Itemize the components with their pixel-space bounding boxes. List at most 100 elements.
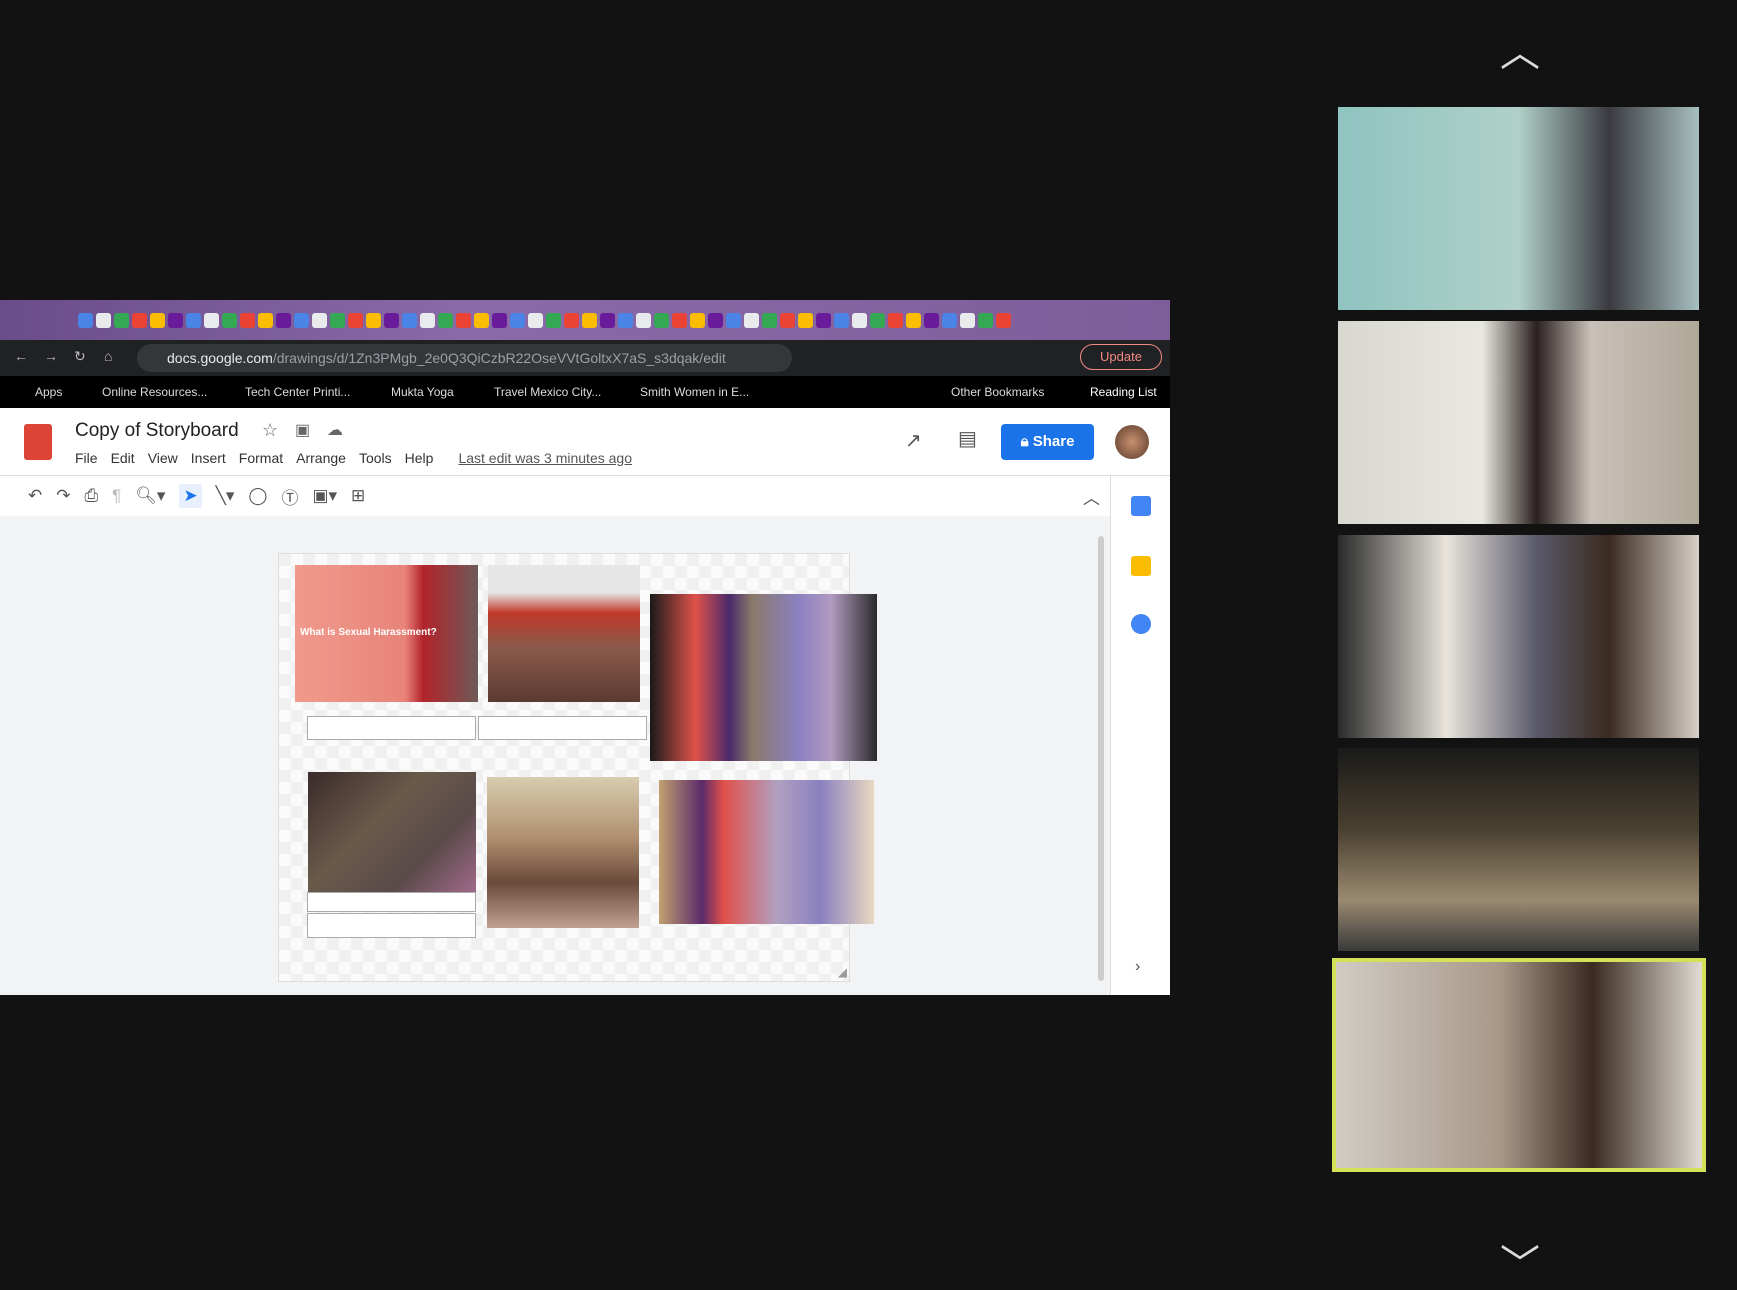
participant-video[interactable] — [1338, 107, 1699, 310]
photo-award-ceremony[interactable] — [650, 594, 877, 761]
tab-strip[interactable]: for(let i=0;i<52;i++)document.write('<sp… — [0, 300, 1170, 340]
forward-icon[interactable]: → — [44, 348, 58, 364]
menu-arrange[interactable]: Arrange — [296, 450, 346, 466]
tab-favicon[interactable] — [150, 312, 165, 328]
tab-favicon[interactable] — [528, 312, 543, 328]
tab-favicon[interactable] — [276, 312, 291, 328]
tab-favicon[interactable] — [708, 312, 723, 328]
menu-tools[interactable]: Tools — [359, 450, 392, 466]
tab-favicon[interactable] — [132, 312, 147, 328]
tab-favicon[interactable] — [510, 312, 525, 328]
tab-favicon[interactable] — [906, 312, 921, 328]
tab-favicon[interactable] — [942, 312, 957, 328]
tab-favicon[interactable] — [402, 312, 417, 328]
menu-help[interactable]: Help — [405, 450, 434, 466]
tab-favicon[interactable] — [690, 312, 705, 328]
shape-icon[interactable]: ◯ — [248, 486, 267, 506]
tab-favicon[interactable] — [204, 312, 219, 328]
calendar-icon[interactable] — [1131, 496, 1151, 516]
menu-edit[interactable]: Edit — [111, 450, 135, 466]
tab-favicon[interactable] — [186, 312, 201, 328]
photo-presentation[interactable]: What is Sexual Harassment? — [295, 565, 478, 702]
tab-favicon[interactable] — [888, 312, 903, 328]
resize-handle-icon[interactable]: ◢ — [838, 965, 847, 979]
tab-favicon[interactable] — [222, 312, 237, 328]
tab-favicon[interactable] — [168, 312, 183, 328]
activity-icon[interactable]: ↗ — [905, 428, 922, 453]
tab-favicon[interactable] — [348, 312, 363, 328]
tab-favicon[interactable] — [780, 312, 795, 328]
last-edit-link[interactable]: Last edit was 3 minutes ago — [458, 450, 632, 466]
tab-favicon[interactable] — [870, 312, 885, 328]
tab-favicon[interactable] — [258, 312, 273, 328]
tab-favicon[interactable] — [636, 312, 651, 328]
photo-certificates[interactable] — [659, 780, 874, 924]
menu-view[interactable]: View — [148, 450, 178, 466]
menu-format[interactable]: Format — [239, 450, 283, 466]
scroll-up-icon[interactable]: ︿ — [1490, 20, 1550, 75]
comments-icon[interactable]: ▤ — [958, 426, 977, 451]
photo-policy-slide[interactable] — [308, 772, 476, 892]
tab-favicon[interactable] — [726, 312, 741, 328]
line-icon[interactable]: ╲▾ — [216, 486, 235, 506]
redo-icon[interactable]: ↷ — [56, 486, 70, 506]
tab-favicon[interactable] — [78, 312, 93, 328]
tab-favicon[interactable] — [618, 312, 633, 328]
tab-favicon[interactable] — [852, 312, 867, 328]
bookmark-item[interactable]: Mukta Yoga — [391, 385, 454, 399]
collapse-toolbar-icon[interactable]: ︿ — [1083, 484, 1100, 509]
participant-video[interactable] — [1338, 748, 1699, 951]
tab-favicon[interactable] — [582, 312, 597, 328]
tab-favicon[interactable] — [834, 312, 849, 328]
paint-format-icon[interactable]: ¶ — [112, 486, 121, 506]
home-icon[interactable]: ⌂ — [104, 348, 112, 364]
bookmark-item[interactable]: Online Resources... — [102, 385, 207, 399]
tab-favicon[interactable] — [546, 312, 561, 328]
print-icon[interactable]: ⎙ — [85, 486, 99, 506]
tab-favicon[interactable] — [654, 312, 669, 328]
tab-favicon[interactable] — [924, 312, 939, 328]
participant-video[interactable] — [1338, 535, 1699, 738]
bookmark-item[interactable]: Travel Mexico City... — [494, 385, 601, 399]
select-icon[interactable]: ➤ — [179, 484, 202, 508]
tab-favicon[interactable] — [438, 312, 453, 328]
bookmark-item[interactable]: Tech Center Printi... — [245, 385, 350, 399]
tab-favicon[interactable] — [978, 312, 993, 328]
vertical-scrollbar[interactable] — [1098, 536, 1104, 981]
star-icon[interactable]: ☆ — [262, 420, 278, 441]
tab-favicon[interactable] — [960, 312, 975, 328]
tab-favicon[interactable] — [312, 312, 327, 328]
reading-list[interactable]: Reading List — [1090, 385, 1157, 399]
doc-title[interactable]: Copy of Storyboard — [75, 420, 239, 442]
expand-panel-icon[interactable]: › — [1135, 958, 1140, 976]
share-button[interactable]: 🔒︎ Share — [1001, 424, 1094, 460]
tab-favicon[interactable] — [96, 312, 111, 328]
cloud-status-icon[interactable]: ☁ — [327, 420, 343, 440]
tab-favicon[interactable] — [474, 312, 489, 328]
add-comment-icon[interactable]: ⊞ — [351, 486, 365, 506]
tab-favicon[interactable] — [762, 312, 777, 328]
photo-selfie[interactable] — [487, 777, 639, 928]
menu-insert[interactable]: Insert — [191, 450, 226, 466]
menu-file[interactable]: File — [75, 450, 98, 466]
caption-box[interactable] — [307, 892, 476, 912]
zoom-icon[interactable]: 🔍︎▾ — [135, 486, 165, 506]
image-icon[interactable]: ▣▾ — [312, 486, 337, 506]
tab-favicon[interactable] — [420, 312, 435, 328]
participant-video[interactable] — [1338, 321, 1699, 524]
tab-favicon[interactable] — [330, 312, 345, 328]
active-speaker-video[interactable] — [1332, 958, 1706, 1172]
tab-favicon[interactable] — [294, 312, 309, 328]
tab-favicon[interactable] — [672, 312, 687, 328]
tab-favicon[interactable] — [744, 312, 759, 328]
photo-group-classroom[interactable] — [488, 565, 640, 702]
bookmark-apps[interactable]: Apps — [35, 385, 62, 399]
tab-favicon[interactable] — [564, 312, 579, 328]
back-icon[interactable]: ← — [14, 348, 28, 364]
tab-favicon[interactable] — [384, 312, 399, 328]
tab-favicon[interactable] — [240, 312, 255, 328]
drawing-canvas[interactable]: What is Sexual Harassment? ◢ — [0, 516, 1110, 995]
text-box-icon[interactable]: Ⓣ — [281, 484, 298, 509]
tab-favicon[interactable] — [492, 312, 507, 328]
tab-favicon[interactable] — [798, 312, 813, 328]
